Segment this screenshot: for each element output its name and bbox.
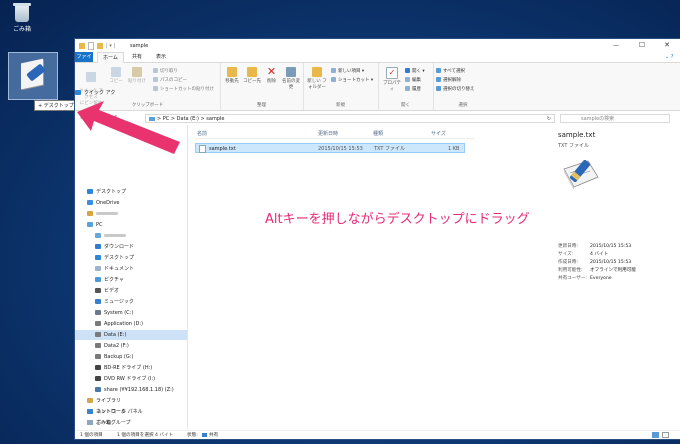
pink-drag-arrow (77, 101, 180, 154)
